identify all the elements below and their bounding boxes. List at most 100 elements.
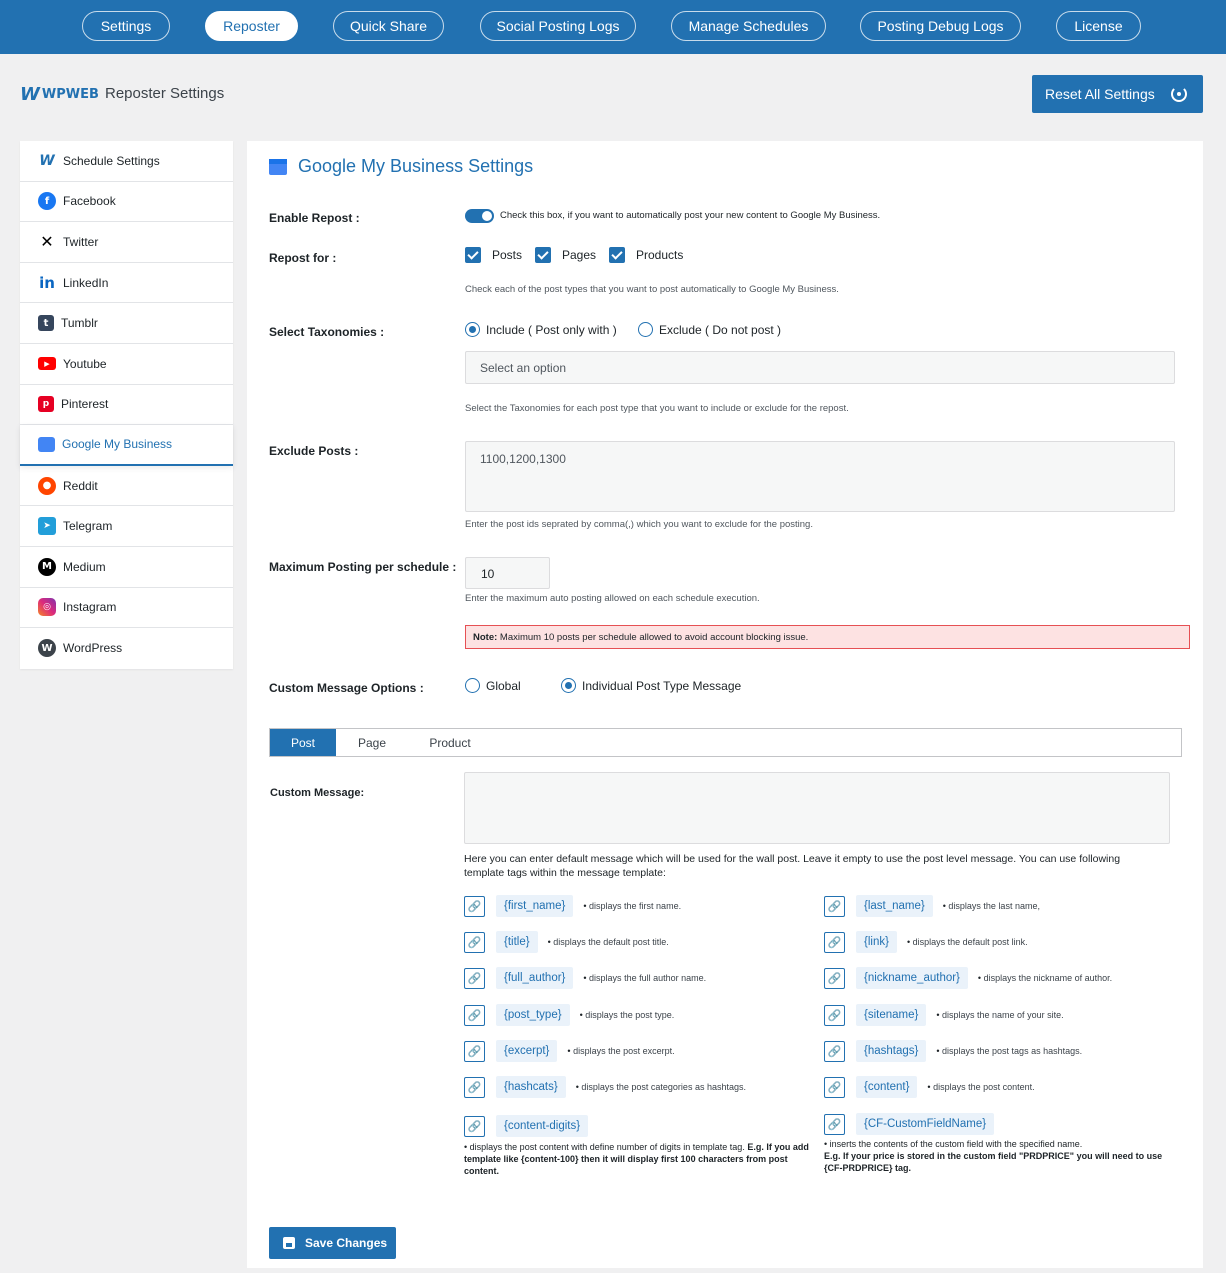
custom-message-textarea[interactable] — [464, 772, 1170, 844]
sidebar-item-label: Schedule Settings — [63, 153, 160, 168]
tab-page[interactable]: Page — [336, 729, 408, 756]
template-tag[interactable]: {hashcats} — [496, 1076, 566, 1098]
posts-checkbox[interactable] — [465, 247, 481, 263]
section-title-text: Google My Business Settings — [298, 156, 534, 176]
sidebar-item-twitter[interactable]: ✕ Twitter — [20, 222, 233, 263]
pinterest-icon: p — [38, 396, 54, 413]
section-title: Google My Business Settings — [269, 156, 533, 177]
tumblr-icon: t — [38, 315, 54, 332]
sidebar-item-tumblr[interactable]: t Tumblr — [20, 303, 233, 344]
tab-post[interactable]: Post — [270, 729, 336, 756]
enable-repost-label: Enable Repost : — [269, 211, 360, 225]
link-icon[interactable]: 🔗 — [464, 1115, 485, 1137]
template-tag[interactable]: {full_author} — [496, 967, 574, 989]
individual-radio[interactable] — [561, 678, 576, 693]
nav-tab-manage-schedules[interactable]: Manage Schedules — [671, 11, 826, 41]
template-tag-desc: displays the default post link. — [907, 937, 1028, 947]
max-posting-input[interactable]: 10 — [465, 557, 550, 589]
tab-product[interactable]: Product — [408, 729, 492, 756]
sidebar-item-label: Telegram — [63, 519, 113, 534]
sidebar-item-schedule-settings[interactable]: W Schedule Settings — [20, 141, 233, 182]
link-icon[interactable]: 🔗 — [824, 895, 845, 917]
save-label: Save Changes — [305, 1236, 388, 1250]
reset-label: Reset All Settings — [1045, 86, 1155, 102]
template-tag-desc: displays the post excerpt. — [567, 1046, 675, 1056]
template-tag[interactable]: {title} — [496, 931, 538, 953]
medium-icon: M — [38, 557, 56, 576]
settings-panel: Google My Business Settings Enable Repos… — [247, 141, 1203, 1268]
template-tag[interactable]: {hashtags} — [856, 1040, 927, 1062]
exclude-radio[interactable] — [638, 322, 653, 337]
sidebar-item-wordpress[interactable]: W WordPress — [20, 628, 233, 669]
save-icon — [283, 1237, 295, 1249]
template-tag[interactable]: {nickname_author} — [856, 967, 968, 989]
template-tag-desc: displays the post content. — [927, 1082, 1035, 1092]
nav-tab-settings[interactable]: Settings — [82, 11, 170, 41]
link-icon[interactable]: 🔗 — [824, 1076, 845, 1098]
sidebar: W Schedule Settings f Facebook ✕ Twitter… — [20, 141, 233, 669]
template-tag[interactable]: {first_name} — [496, 895, 574, 917]
nav-tab-quick-share[interactable]: Quick Share — [333, 11, 444, 41]
template-tag-desc: displays the name of your site. — [936, 1010, 1064, 1020]
max-posting-description: Enter the maximum auto posting allowed o… — [465, 593, 760, 604]
link-icon[interactable]: 🔗 — [824, 1040, 845, 1062]
link-icon[interactable]: 🔗 — [464, 931, 485, 953]
exclude-posts-textarea[interactable]: 1100,1200,1300 — [465, 441, 1175, 512]
wpweb-icon: W — [39, 152, 55, 169]
template-tag[interactable]: {last_name} — [856, 895, 933, 917]
sidebar-item-pinterest[interactable]: p Pinterest — [20, 385, 233, 426]
pages-checkbox[interactable] — [535, 247, 551, 263]
taxonomies-select[interactable]: Select an option — [465, 351, 1175, 384]
template-tag-row: 🔗 {content-digits} — [464, 1115, 589, 1137]
template-tag[interactable]: {sitename} — [856, 1004, 927, 1026]
link-icon[interactable]: 🔗 — [824, 1113, 845, 1135]
link-icon[interactable]: 🔗 — [464, 895, 485, 917]
link-icon[interactable]: 🔗 — [464, 1076, 485, 1098]
nav-tab-reposter[interactable]: Reposter — [205, 11, 298, 41]
sidebar-item-telegram[interactable]: ➤ Telegram — [20, 506, 233, 547]
link-icon[interactable]: 🔗 — [464, 1040, 485, 1062]
enable-repost-description: Check this box, if you want to automatic… — [500, 210, 881, 221]
nav-tab-license[interactable]: License — [1056, 11, 1141, 41]
logo-mark: W — [20, 84, 40, 105]
template-tag-row: 🔗 {excerpt} displays the post excerpt. — [464, 1040, 675, 1062]
nav-tab-posting-debug-logs[interactable]: Posting Debug Logs — [860, 11, 1021, 41]
template-tag-desc: displays the last name, — [943, 901, 1040, 911]
link-icon[interactable]: 🔗 — [464, 1004, 485, 1026]
sidebar-item-google-my-business[interactable]: Google My Business — [20, 425, 233, 466]
template-tag[interactable]: {post_type} — [496, 1004, 570, 1026]
link-icon[interactable]: 🔗 — [824, 967, 845, 989]
sidebar-item-label: Youtube — [63, 356, 107, 371]
template-tag-desc: displays the post categories as hashtags… — [576, 1082, 746, 1092]
individual-label: Individual Post Type Message — [582, 679, 742, 693]
save-changes-button[interactable]: Save Changes — [269, 1227, 396, 1259]
template-tag-row: 🔗 {hashcats} displays the post categorie… — [464, 1076, 746, 1098]
custom-field-description: • inserts the contents of the custom fie… — [824, 1139, 1163, 1173]
sidebar-item-label: WordPress — [63, 641, 123, 656]
sidebar-item-instagram[interactable]: ◎ Instagram — [20, 588, 233, 629]
sidebar-item-reddit[interactable]: ● Reddit — [20, 466, 233, 507]
template-tag[interactable]: {link} — [856, 931, 897, 953]
products-checkbox[interactable] — [609, 247, 625, 263]
sidebar-item-facebook[interactable]: f Facebook — [20, 182, 233, 223]
max-posting-note: Note: Maximum 10 posts per schedule allo… — [465, 625, 1190, 649]
template-tag[interactable]: {excerpt} — [496, 1040, 558, 1062]
include-radio[interactable] — [465, 322, 480, 337]
sidebar-item-youtube[interactable]: ▶ Youtube — [20, 344, 233, 385]
telegram-icon: ➤ — [38, 517, 56, 536]
global-radio[interactable] — [465, 678, 480, 693]
sidebar-item-medium[interactable]: M Medium — [20, 547, 233, 588]
sidebar-item-linkedin[interactable]: in LinkedIn — [20, 263, 233, 304]
template-tag[interactable]: {CF-CustomFieldName} — [856, 1113, 995, 1135]
link-icon[interactable]: 🔗 — [464, 967, 485, 989]
template-tag[interactable]: {content} — [856, 1076, 918, 1098]
nav-tab-social-posting-logs[interactable]: Social Posting Logs — [480, 11, 636, 41]
reset-all-settings-button[interactable]: Reset All Settings — [1032, 75, 1203, 113]
enable-repost-toggle[interactable] — [465, 209, 494, 223]
instagram-icon: ◎ — [38, 598, 56, 617]
link-icon[interactable]: 🔗 — [824, 1004, 845, 1026]
template-tag[interactable]: {content-digits} — [496, 1115, 589, 1137]
posts-label: Posts — [492, 248, 523, 262]
link-icon[interactable]: 🔗 — [824, 931, 845, 953]
select-placeholder: Select an option — [480, 361, 567, 375]
